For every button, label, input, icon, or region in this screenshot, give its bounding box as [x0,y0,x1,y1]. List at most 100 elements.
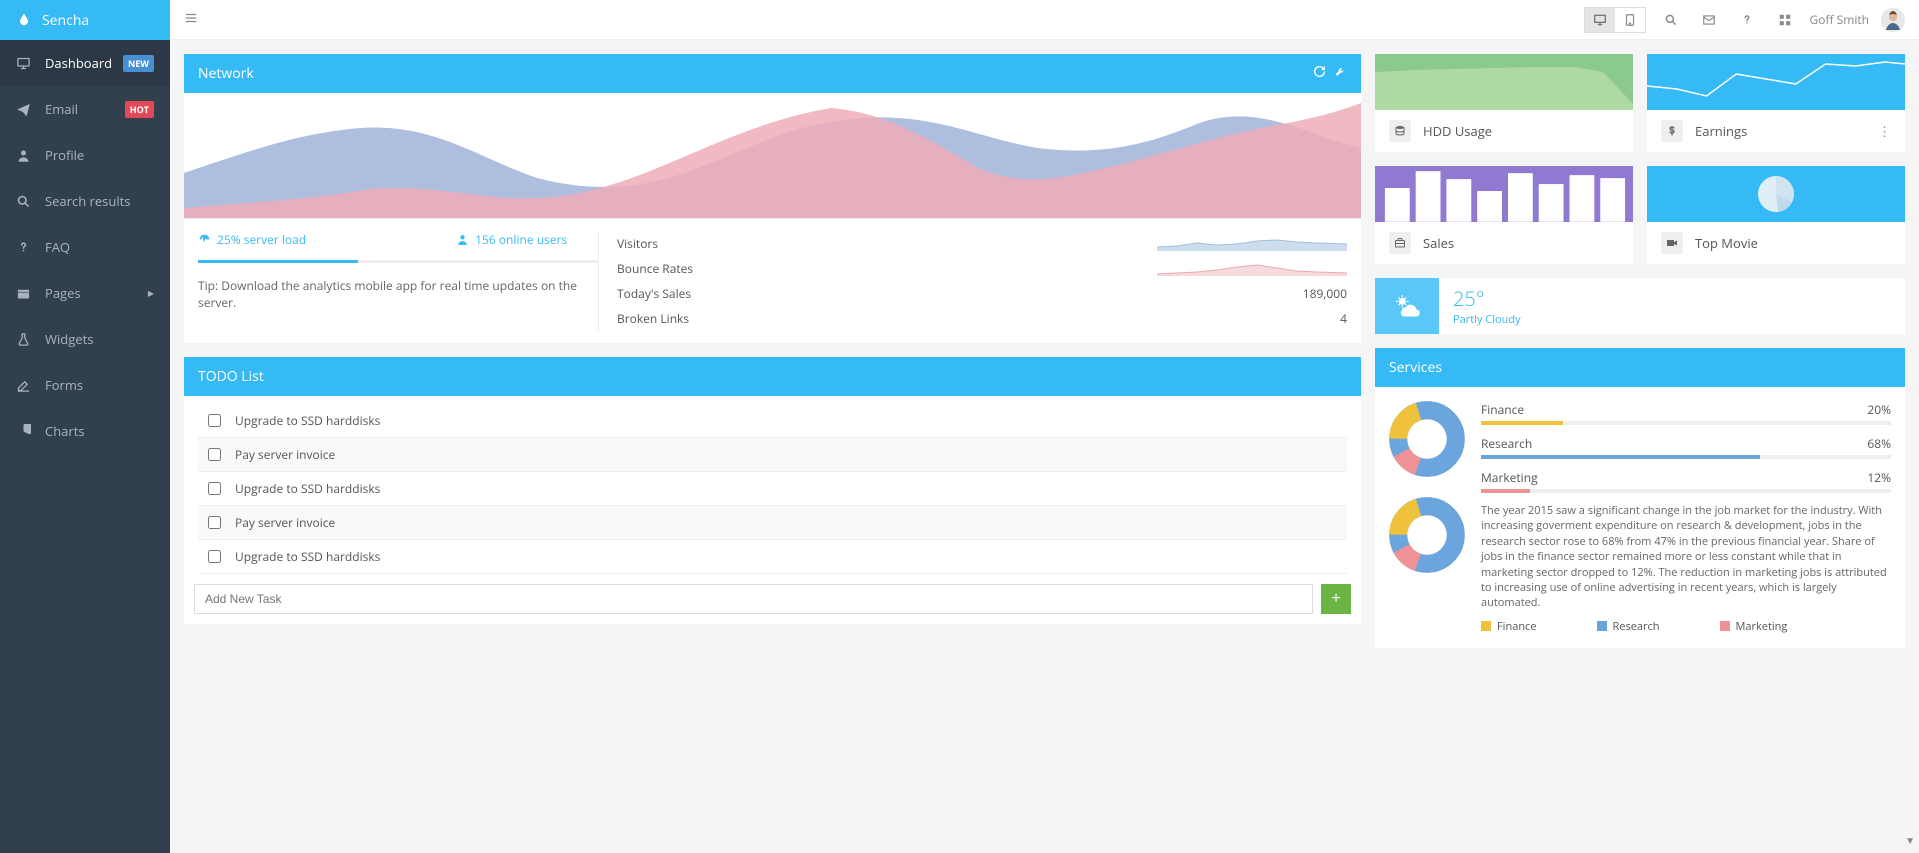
add-task-button[interactable]: + [1321,584,1351,614]
sidebar-label: FAQ [45,238,70,256]
movie-card: Top Movie [1647,166,1905,264]
hdd-label: HDD Usage [1423,122,1492,140]
hdd-chart [1375,54,1633,110]
search-icon [16,194,31,209]
bounce-sparkline [1157,262,1347,276]
movie-label: Top Movie [1695,234,1758,252]
sidebar-item-pages[interactable]: Pages ▶ [0,270,170,316]
sales-label: Sales [1423,234,1454,252]
todo-checkbox[interactable] [208,550,221,563]
online-users-stat: 156 online users [456,231,567,248]
scroll-down-icon[interactable]: ▼ [1905,833,1915,847]
sales-chart [1375,166,1633,222]
sidebar-item-forms[interactable]: Forms [0,362,170,408]
todo-checkbox[interactable] [208,482,221,495]
network-panel: Network [184,54,1361,343]
network-header: Network [184,54,1361,93]
wrench-icon[interactable] [1334,64,1347,83]
add-task-input[interactable] [194,584,1313,614]
weather-card: 25° Partly Cloudy [1375,278,1905,334]
service-marketing: Marketing12% [1481,469,1891,493]
pages-icon [16,286,31,301]
sidebar-item-dashboard[interactable]: Dashboard NEW [0,40,170,86]
services-panel: Services Finance20% [1375,348,1905,648]
username-label[interactable]: Goff Smith [1810,11,1870,28]
sidebar-item-faq[interactable]: FAQ [0,224,170,270]
todo-title: TODO List [198,367,264,386]
earnings-card: Earnings ⋮ [1647,54,1905,152]
todo-checkbox[interactable] [208,414,221,427]
search-button[interactable] [1658,9,1684,31]
todo-item: Upgrade to SSD harddisks [198,540,1347,574]
server-load-progress [198,260,598,263]
services-legend: Finance Research Marketing [1481,619,1891,634]
sales-card: Sales [1375,166,1633,264]
weather-desc: Partly Cloudy [1453,312,1521,327]
viewport-toggle [1584,7,1646,33]
weather-temp: 25° [1453,285,1521,312]
flask-icon [16,332,31,347]
sidebar-label: Dashboard [45,54,112,72]
desktop-icon [16,56,31,71]
question-icon [16,240,31,255]
network-title: Network [198,64,254,83]
dashboard-icon [198,233,211,246]
todo-item: Pay server invoice [198,506,1347,540]
hdd-card: HDD Usage [1375,54,1633,152]
chevron-right-icon: ▶ [148,288,154,299]
avatar[interactable] [1881,8,1905,32]
sidebar-item-widgets[interactable]: Widgets [0,316,170,362]
sidebar-item-profile[interactable]: Profile [0,132,170,178]
mail-button[interactable] [1696,9,1722,31]
todo-panel: TODO List Upgrade to SSD harddisks Pay s… [184,357,1361,624]
metric-visitors: Visitors [617,231,1347,256]
weather-icon [1375,278,1439,334]
user-icon [456,233,469,246]
sidebar-label: Pages [45,284,81,302]
apps-button[interactable] [1772,9,1798,31]
refresh-icon[interactable] [1313,64,1326,83]
metric-links: Broken Links 4 [617,306,1347,331]
hamburger-icon[interactable] [184,11,198,29]
tip-text: Tip: Download the analytics mobile app f… [198,277,598,311]
network-chart [184,93,1361,218]
todo-item: Pay server invoice [198,438,1347,472]
badge-hot: HOT [125,101,154,118]
metric-bounce: Bounce Rates [617,256,1347,281]
todo-checkbox[interactable] [208,516,221,529]
brand-name: Sencha [42,11,89,30]
help-button[interactable] [1734,9,1760,31]
brand-logo[interactable]: Sencha [0,0,170,40]
topbar: Goff Smith [170,0,1919,40]
desktop-view-button[interactable] [1585,8,1615,32]
user-icon [16,148,31,163]
services-header: Services [1375,348,1905,387]
todo-checkbox[interactable] [208,448,221,461]
sidebar-item-search[interactable]: Search results [0,178,170,224]
send-icon [16,102,31,117]
services-text: The year 2015 saw a significant change i… [1481,503,1891,611]
badge-new: NEW [123,55,154,72]
sidebar-label: Forms [45,376,83,394]
sidebar-label: Profile [45,146,84,164]
todo-header: TODO List [184,357,1361,396]
services-donut-1 [1389,401,1465,477]
service-finance: Finance20% [1481,401,1891,425]
movie-chart [1647,166,1905,222]
visitors-sparkline [1157,237,1347,251]
video-icon [1661,232,1683,254]
database-icon [1389,120,1411,142]
briefcase-icon [1389,232,1411,254]
todo-item: Upgrade to SSD harddisks [198,472,1347,506]
sidebar-item-email[interactable]: Email HOT [0,86,170,132]
tablet-view-button[interactable] [1615,8,1645,32]
sidebar-item-charts[interactable]: Charts [0,408,170,454]
sidebar-label: Widgets [45,330,93,348]
edit-icon [16,378,31,393]
earnings-chart [1647,54,1905,110]
todo-item: Upgrade to SSD harddisks [198,404,1347,438]
more-icon[interactable]: ⋮ [1878,122,1891,140]
sidebar-label: Charts [45,422,85,440]
brand-icon [16,12,32,28]
sidebar-label: Email [45,100,78,118]
